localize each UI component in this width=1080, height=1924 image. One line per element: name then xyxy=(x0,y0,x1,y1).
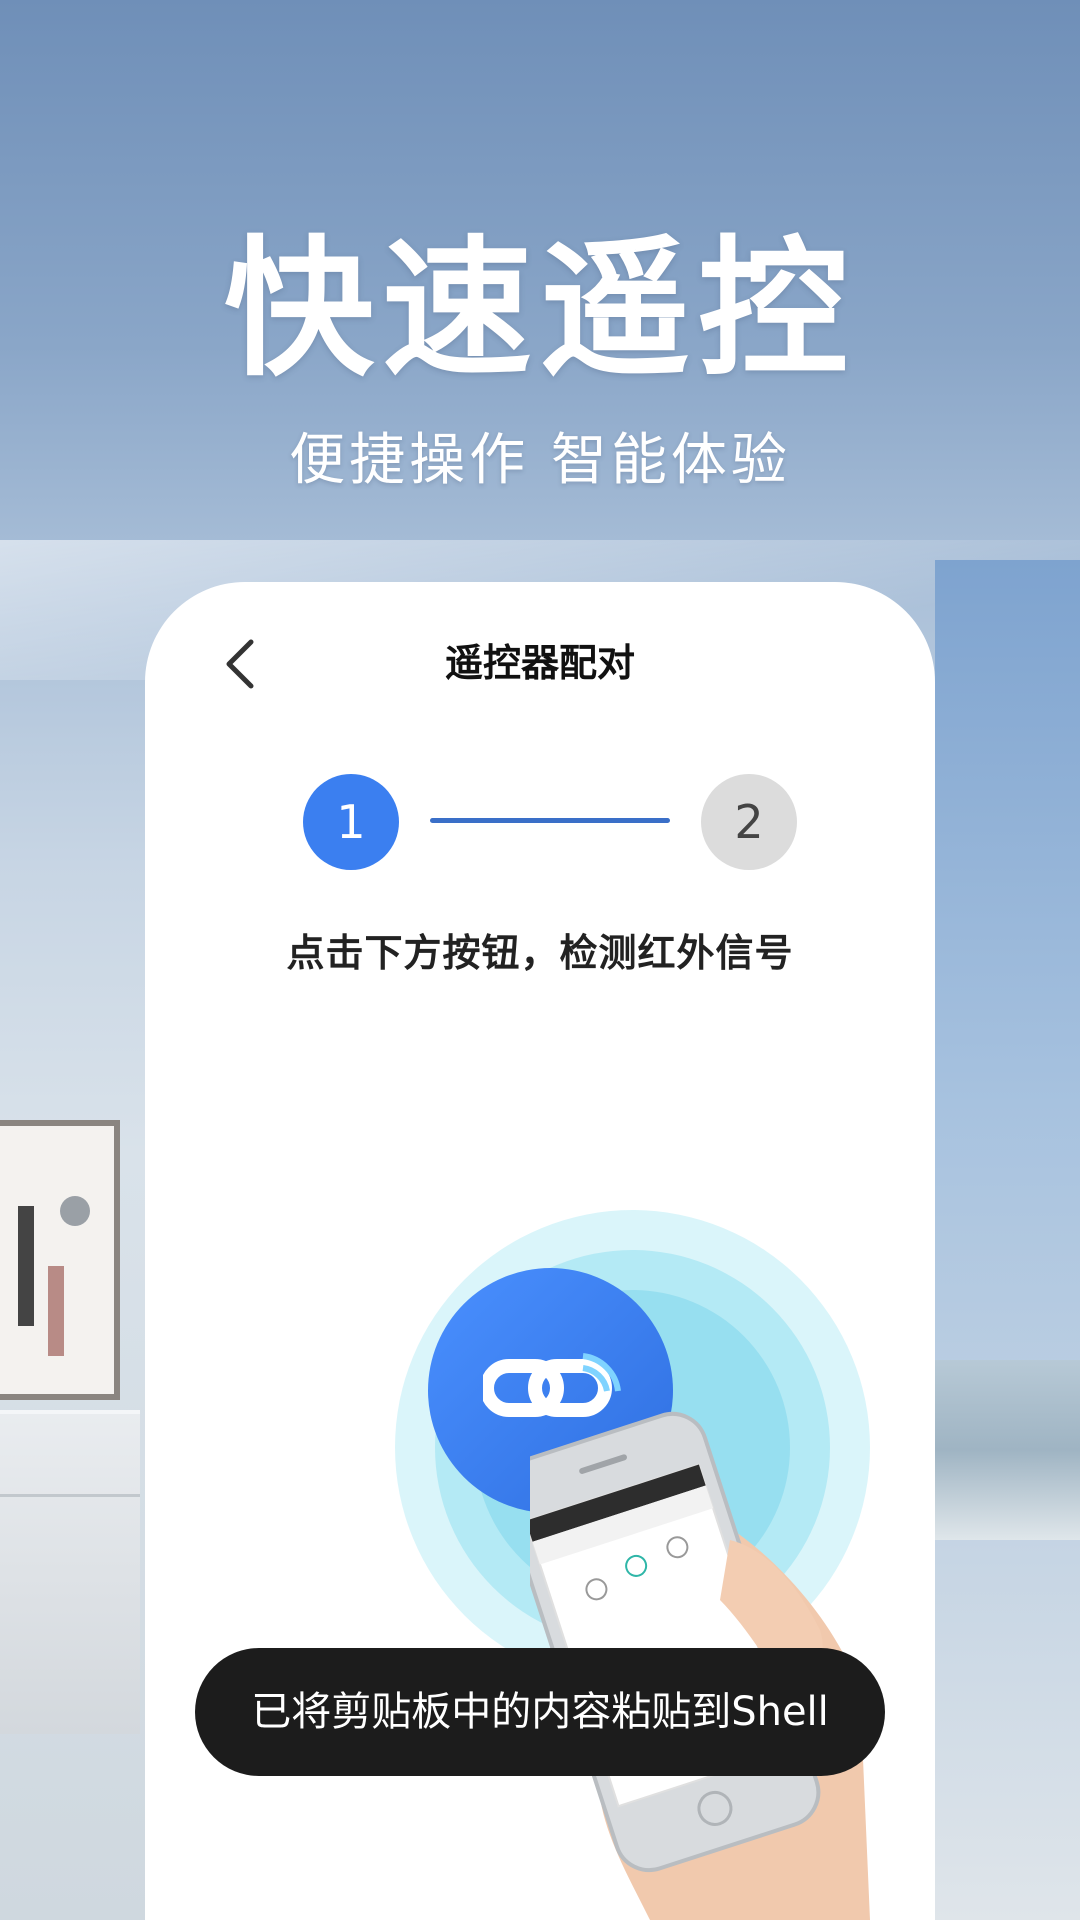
toast-message: 已将剪贴板中的内容粘贴到Shell xyxy=(195,1648,885,1776)
step-indicator-2: 2 xyxy=(701,774,797,870)
cabinet-decor xyxy=(0,1410,140,1734)
landscape-decor xyxy=(935,1360,1080,1540)
page-title: 遥控器配对 xyxy=(444,641,635,685)
hero-title: 快速遥控 xyxy=(223,223,856,397)
hero-subtitle: 便捷操作 智能体验 xyxy=(289,428,791,493)
instruction-text: 点击下方按钮，检测红外信号 xyxy=(286,931,794,975)
step-connector xyxy=(430,818,670,823)
step-indicator-1: 1 xyxy=(303,774,399,870)
wall-art-frame xyxy=(0,1120,120,1400)
window-wall xyxy=(935,560,1080,1920)
